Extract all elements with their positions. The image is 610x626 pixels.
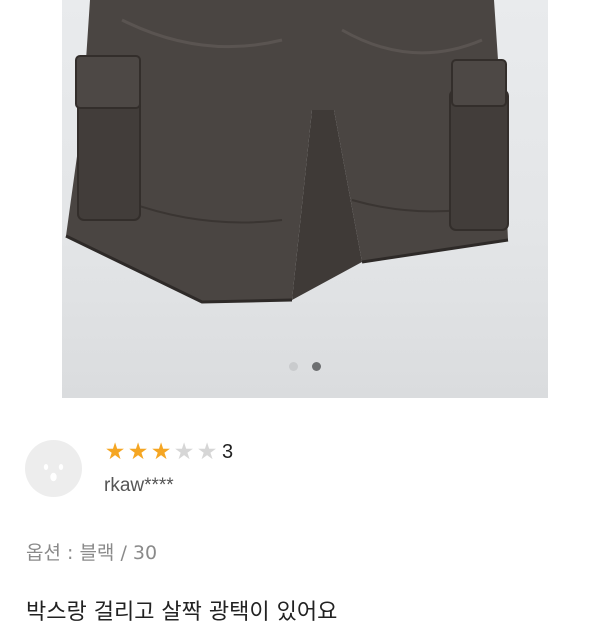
star-icon-filled: ★	[104, 439, 126, 465]
surprised-face-icon	[43, 464, 64, 482]
reviewer-username: rkaw****	[104, 475, 174, 496]
carousel-indicators	[62, 362, 548, 371]
cargo-shorts-image	[65, 0, 509, 304]
star-icon-empty: ★	[196, 439, 218, 465]
star-icon-filled: ★	[150, 439, 172, 465]
product-photo[interactable]	[62, 0, 548, 398]
star-icon-empty: ★	[173, 439, 195, 465]
rating-value: 3	[222, 441, 234, 463]
star-icon-filled: ★	[127, 439, 149, 465]
avatar[interactable]	[25, 440, 82, 497]
carousel-dot[interactable]	[289, 362, 298, 371]
purchase-option: 옵션 : 블랙 / 30	[26, 542, 158, 564]
rating-stars: ★ ★ ★ ★ ★	[104, 441, 218, 464]
carousel-dot-active[interactable]	[312, 362, 321, 371]
review-text: 박스랑 걸리고 살짝 광택이 있어요	[26, 600, 338, 625]
